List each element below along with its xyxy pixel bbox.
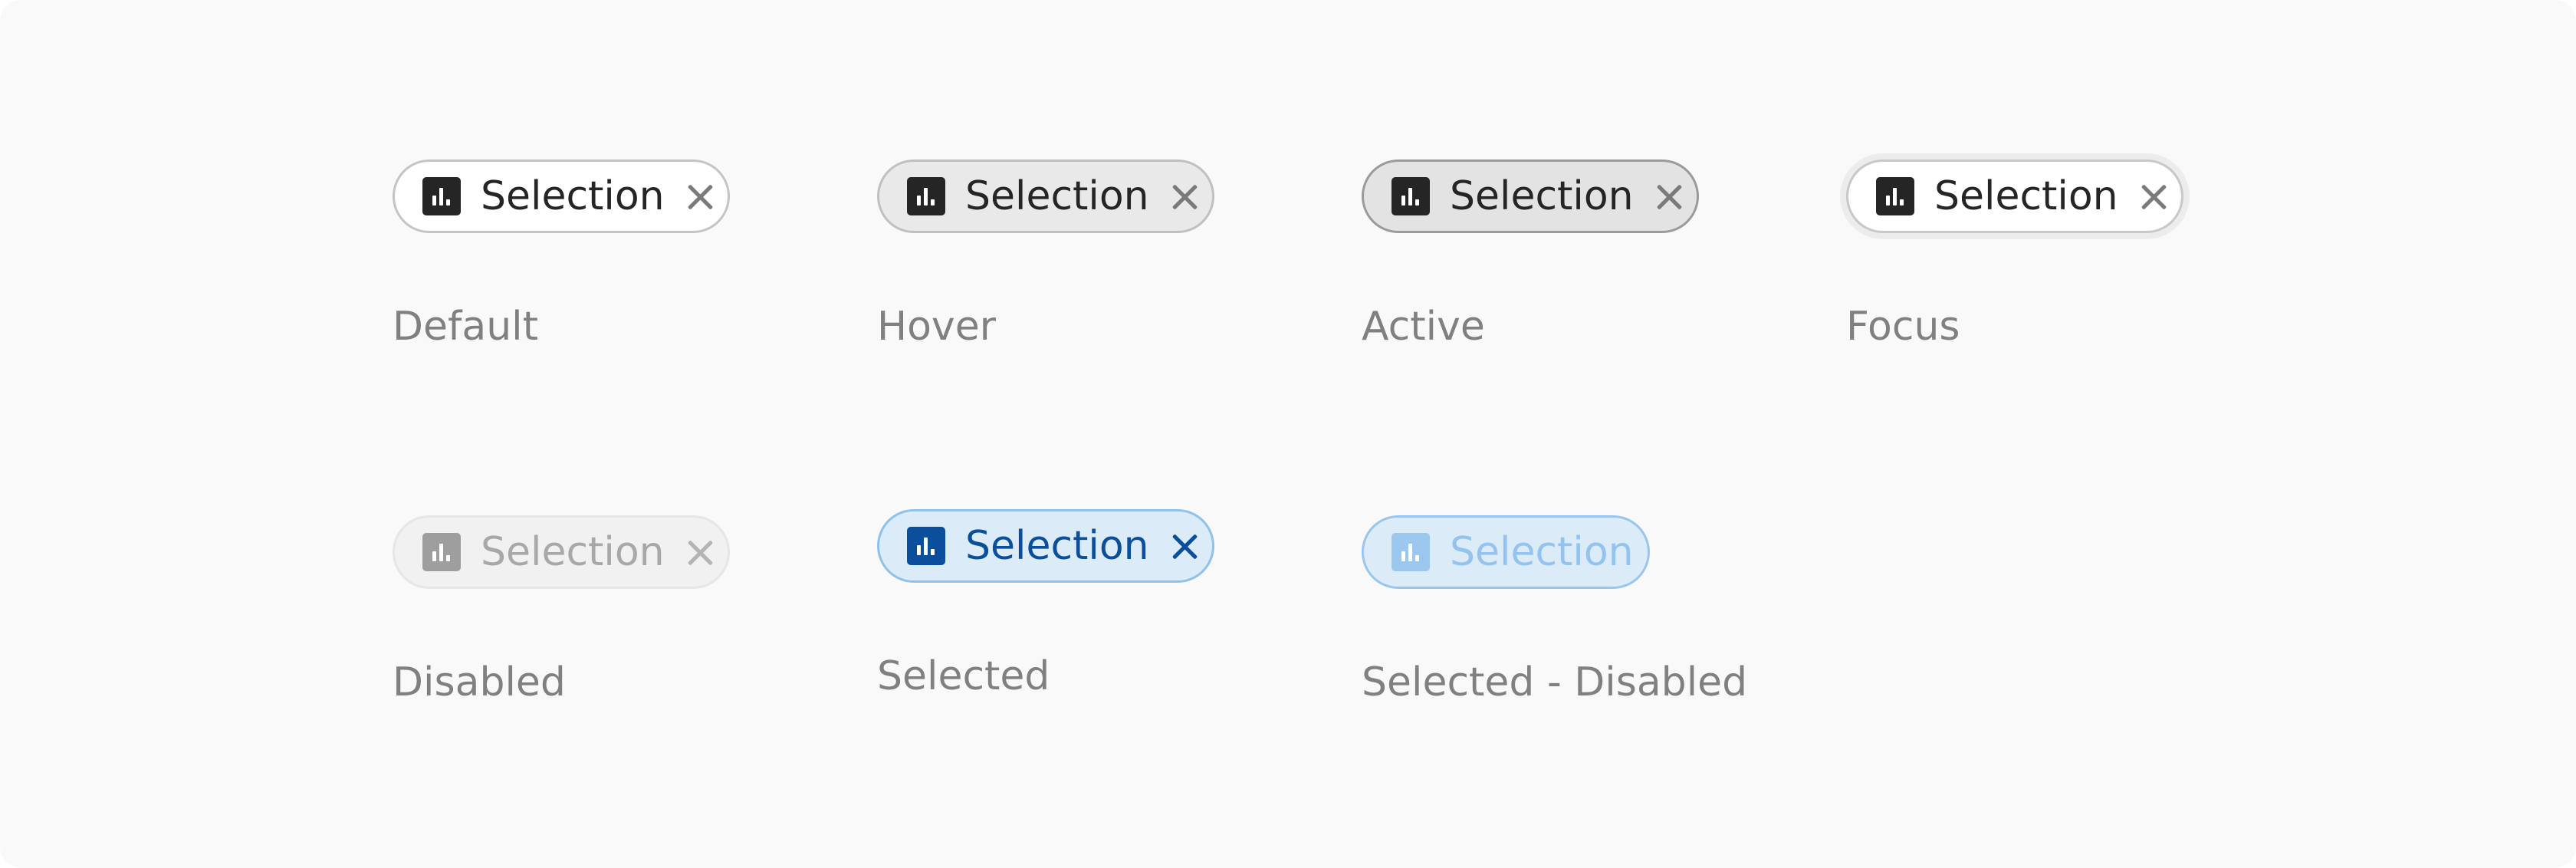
close-icon[interactable] bbox=[1162, 523, 1208, 569]
chip-default[interactable]: Selection bbox=[393, 159, 730, 233]
bar-chart-icon bbox=[422, 533, 461, 571]
close-icon[interactable] bbox=[2131, 173, 2177, 219]
close-icon[interactable] bbox=[1646, 173, 1692, 219]
close-icon bbox=[677, 529, 723, 575]
bar-chart-icon bbox=[907, 177, 945, 215]
chip-selected[interactable]: Selection bbox=[877, 509, 1214, 583]
state-caption-active: Active bbox=[1362, 304, 1485, 350]
close-icon[interactable] bbox=[1162, 173, 1208, 219]
chip-label: Selection bbox=[481, 529, 665, 575]
state-caption-default: Default bbox=[393, 304, 538, 350]
chip-hover[interactable]: Selection bbox=[877, 159, 1214, 233]
chip-label: Selection bbox=[1450, 173, 1634, 219]
bar-chart-icon bbox=[422, 177, 461, 215]
close-icon[interactable] bbox=[677, 173, 723, 219]
state-caption-focus: Focus bbox=[1846, 304, 1960, 350]
bar-chart-icon bbox=[907, 527, 945, 565]
chip-focus[interactable]: Selection bbox=[1846, 159, 2183, 233]
state-caption-selected: Selected bbox=[877, 653, 1050, 699]
chip-label: Selection bbox=[965, 523, 1149, 569]
chip-label: Selection bbox=[481, 173, 665, 219]
state-caption-disabled: Disabled bbox=[393, 659, 566, 705]
state-caption-selected-disabled: Selected - Disabled bbox=[1362, 659, 1748, 705]
chip-label: Selection bbox=[1934, 173, 2118, 219]
state-caption-hover: Hover bbox=[877, 304, 997, 350]
chip-active[interactable]: Selection bbox=[1362, 159, 1699, 233]
bar-chart-icon bbox=[1392, 533, 1430, 571]
chip-selected-disabled: Selection bbox=[1362, 515, 1650, 589]
chip-label: Selection bbox=[1450, 529, 1634, 575]
chip-states-canvas: Selection Default Selection Hover Select… bbox=[0, 0, 2576, 868]
bar-chart-icon bbox=[1876, 177, 1914, 215]
chip-disabled: Selection bbox=[393, 515, 730, 589]
chip-label: Selection bbox=[965, 173, 1149, 219]
bar-chart-icon bbox=[1392, 177, 1430, 215]
